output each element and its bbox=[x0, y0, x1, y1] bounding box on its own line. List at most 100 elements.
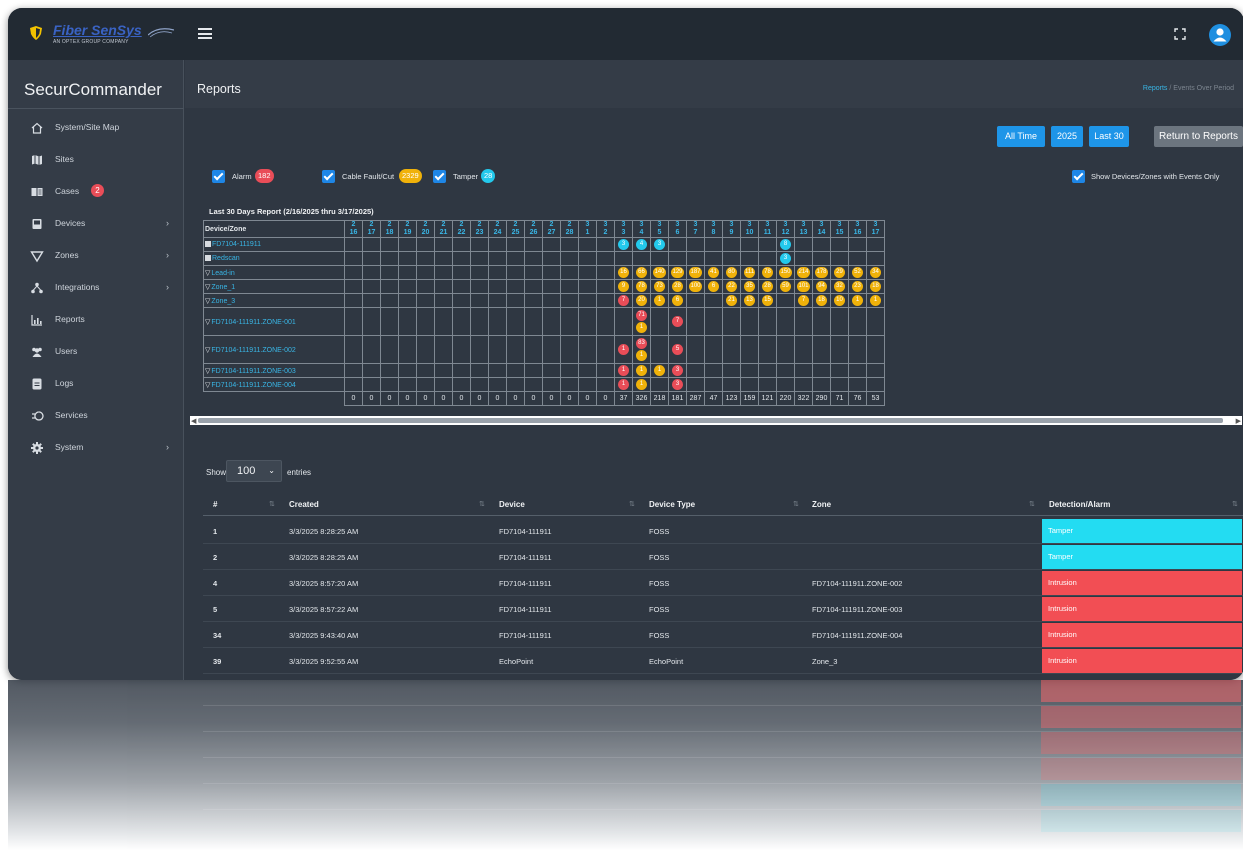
cable-fault-count-dot[interactable]: 34 bbox=[870, 267, 881, 278]
device-zone-link[interactable]: ▽FD7104-111911.ZONE-001 bbox=[203, 307, 345, 336]
cable-fault-count-dot[interactable]: 66 bbox=[636, 267, 647, 278]
scroll-right-icon[interactable]: ▶ bbox=[1236, 417, 1241, 425]
cable-fault-count-dot[interactable]: 21 bbox=[726, 295, 737, 306]
sort-icon[interactable]: ⇅ bbox=[1029, 500, 1035, 508]
cable-fault-count-dot[interactable]: 1 bbox=[654, 295, 665, 306]
cable-fault-count-dot[interactable]: 1 bbox=[654, 365, 665, 376]
cable-fault-count-dot[interactable]: 23 bbox=[852, 281, 863, 292]
device-zone-link[interactable]: ▽FD7104-111911.ZONE-004 bbox=[203, 377, 345, 392]
cable-fault-count-dot[interactable]: 73 bbox=[654, 281, 665, 292]
cable-fault-count-dot[interactable]: 1 bbox=[636, 350, 647, 361]
sidebar-item-zones[interactable]: Zones › bbox=[8, 241, 184, 273]
cable-fault-checkbox[interactable] bbox=[322, 170, 335, 183]
alarm-count-dot[interactable]: 1 bbox=[618, 379, 629, 390]
device-zone-link[interactable]: FD7104-111911 bbox=[203, 237, 345, 252]
scroll-thumb[interactable] bbox=[198, 418, 1223, 423]
alarm-checkbox[interactable] bbox=[212, 170, 225, 183]
cable-fault-count-dot[interactable]: 78 bbox=[636, 281, 647, 292]
alarm-count-dot[interactable]: 5 bbox=[672, 344, 683, 355]
cable-fault-count-dot[interactable]: 20 bbox=[636, 295, 647, 306]
sidebar-item-cases[interactable]: Cases 2 bbox=[8, 177, 184, 209]
return-to-reports-button[interactable]: Return to Reports bbox=[1154, 126, 1243, 147]
table-row[interactable]: 1 3/3/2025 8:28:25 AM FD7104-111911 FOSS… bbox=[203, 518, 1243, 544]
cable-fault-count-dot[interactable]: 178 bbox=[815, 267, 828, 278]
device-zone-link[interactable]: ▽Zone_1 bbox=[203, 279, 345, 294]
cable-fault-count-dot[interactable]: 28 bbox=[762, 281, 773, 292]
year-button[interactable]: 2025 bbox=[1051, 126, 1083, 147]
alarm-count-dot[interactable]: 3 bbox=[672, 365, 683, 376]
cable-fault-count-dot[interactable]: 94 bbox=[816, 281, 827, 292]
cable-fault-count-dot[interactable]: 9 bbox=[618, 281, 629, 292]
cable-fault-count-dot[interactable]: 10 bbox=[834, 295, 845, 306]
logo[interactable]: Fiber SenSys AN OPTEX GROUP COMPANY bbox=[8, 8, 184, 60]
cable-fault-count-dot[interactable]: 6 bbox=[708, 281, 719, 292]
events-only-checkbox[interactable] bbox=[1072, 170, 1085, 183]
alarm-count-dot[interactable]: 83 bbox=[636, 338, 647, 349]
alarm-count-dot[interactable]: 3 bbox=[672, 379, 683, 390]
breadcrumb-link-reports[interactable]: Reports bbox=[1143, 85, 1168, 92]
column-header-created[interactable]: Created bbox=[289, 500, 319, 509]
table-row[interactable]: 39 3/3/2025 9:52:55 AM EchoPoint EchoPoi… bbox=[203, 648, 1243, 674]
column-header-detection[interactable]: Detection/Alarm bbox=[1049, 500, 1110, 509]
tamper-count-dot[interactable]: 8 bbox=[780, 239, 791, 250]
sort-icon[interactable]: ⇅ bbox=[1232, 500, 1238, 508]
scroll-left-icon[interactable]: ◀ bbox=[191, 417, 196, 425]
cable-fault-count-dot[interactable]: 100 bbox=[689, 281, 702, 292]
sidebar-item-reports[interactable]: Reports bbox=[8, 305, 184, 337]
cable-fault-count-dot[interactable]: 7 bbox=[798, 295, 809, 306]
cable-fault-count-dot[interactable]: 80 bbox=[726, 267, 737, 278]
device-zone-link[interactable]: ▽FD7104-111911.ZONE-002 bbox=[203, 335, 345, 364]
tamper-checkbox[interactable] bbox=[433, 170, 446, 183]
cable-fault-count-dot[interactable]: 1 bbox=[636, 322, 647, 333]
cable-fault-count-dot[interactable]: 15 bbox=[762, 295, 773, 306]
sort-icon[interactable]: ⇅ bbox=[269, 500, 275, 508]
table-row[interactable]: 5 3/3/2025 8:57:22 AM FD7104-111911 FOSS… bbox=[203, 596, 1243, 622]
alarm-count-dot[interactable]: 71 bbox=[636, 310, 647, 321]
cable-fault-count-dot[interactable]: 150 bbox=[779, 267, 792, 278]
cable-fault-count-dot[interactable]: 32 bbox=[834, 281, 845, 292]
hamburger-menu-icon[interactable] bbox=[198, 28, 212, 39]
cable-fault-count-dot[interactable]: 18 bbox=[870, 281, 881, 292]
sidebar-item-integrations[interactable]: Integrations › bbox=[8, 273, 184, 305]
sidebar-item-services[interactable]: Services bbox=[8, 401, 184, 433]
tamper-count-dot[interactable]: 4 bbox=[636, 239, 647, 250]
cable-fault-count-dot[interactable]: 1 bbox=[870, 295, 881, 306]
alarm-count-dot[interactable]: 7 bbox=[618, 295, 629, 306]
table-row[interactable]: 34 3/3/2025 9:43:40 AM FD7104-111911 FOS… bbox=[203, 622, 1243, 648]
cable-fault-count-dot[interactable]: 29 bbox=[834, 267, 845, 278]
sidebar-item-sites[interactable]: Sites bbox=[8, 145, 184, 177]
sort-icon[interactable]: ⇅ bbox=[629, 500, 635, 508]
cable-fault-count-dot[interactable]: 18 bbox=[816, 295, 827, 306]
cable-fault-count-dot[interactable]: 1 bbox=[852, 295, 863, 306]
cable-fault-count-dot[interactable]: 78 bbox=[762, 267, 773, 278]
cable-fault-count-dot[interactable]: 101 bbox=[797, 281, 810, 292]
table-row[interactable]: 4 3/3/2025 8:57:20 AM FD7104-111911 FOSS… bbox=[203, 570, 1243, 596]
table-row[interactable]: 2 3/3/2025 8:28:25 AM FD7104-111911 FOSS… bbox=[203, 544, 1243, 570]
column-header-device[interactable]: Device bbox=[499, 500, 525, 509]
cable-fault-count-dot[interactable]: 129 bbox=[671, 267, 684, 278]
entries-per-page-select[interactable]: 100 ⌄ bbox=[226, 460, 282, 482]
sidebar-item-system-site-map[interactable]: System/Site Map bbox=[8, 113, 184, 145]
device-zone-link[interactable]: Redscan bbox=[203, 251, 345, 266]
last-30-button[interactable]: Last 30 bbox=[1089, 126, 1129, 147]
sidebar-item-logs[interactable]: Logs bbox=[8, 369, 184, 401]
sidebar-item-system[interactable]: System › bbox=[8, 433, 184, 465]
column-header-num[interactable]: # bbox=[213, 500, 217, 509]
tamper-count-dot[interactable]: 3 bbox=[780, 253, 791, 264]
alarm-count-dot[interactable]: 1 bbox=[618, 365, 629, 376]
cable-fault-count-dot[interactable]: 41 bbox=[708, 267, 719, 278]
cable-fault-count-dot[interactable]: 22 bbox=[726, 281, 737, 292]
sort-icon[interactable]: ⇅ bbox=[479, 500, 485, 508]
horizontal-scrollbar[interactable]: ◀ ▶ bbox=[190, 416, 1242, 425]
fullscreen-icon[interactable] bbox=[1174, 28, 1186, 40]
device-zone-link[interactable]: ▽Zone_3 bbox=[203, 293, 345, 308]
column-header-zone[interactable]: Zone bbox=[812, 500, 831, 509]
sidebar-item-devices[interactable]: Devices › bbox=[8, 209, 184, 241]
user-avatar-icon[interactable] bbox=[1209, 24, 1231, 46]
alarm-count-dot[interactable]: 1 bbox=[618, 344, 629, 355]
device-zone-link[interactable]: ▽Lead-in bbox=[203, 265, 345, 280]
cable-fault-count-dot[interactable]: 187 bbox=[689, 267, 702, 278]
cable-fault-count-dot[interactable]: 13 bbox=[744, 295, 755, 306]
tamper-count-dot[interactable]: 3 bbox=[654, 239, 665, 250]
tamper-count-dot[interactable]: 3 bbox=[618, 239, 629, 250]
